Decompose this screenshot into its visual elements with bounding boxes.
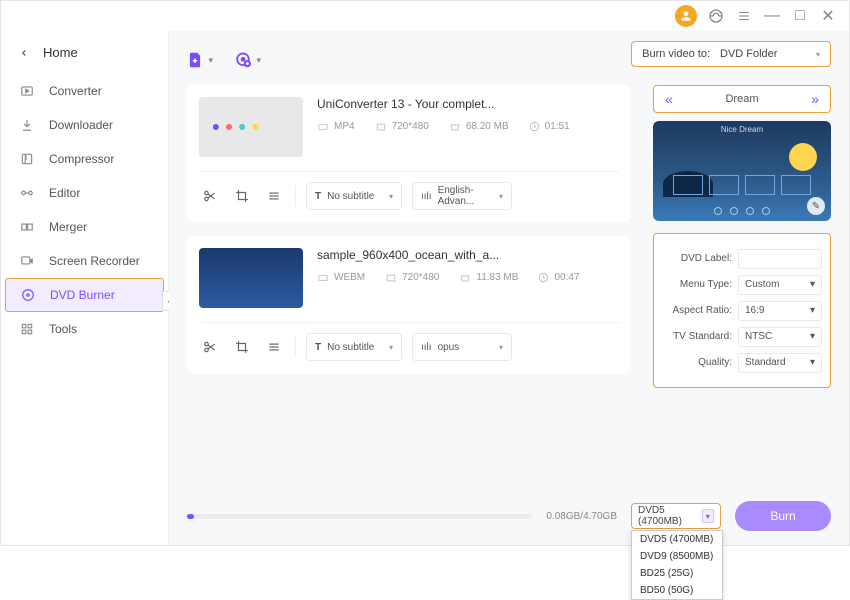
chevron-down-icon: ▾	[816, 50, 820, 59]
chevron-down-icon: ▾	[208, 55, 213, 66]
sidebar-item-tools[interactable]: Tools	[1, 312, 168, 346]
subtitle-select[interactable]: TNo subtitle▾	[306, 333, 402, 361]
compressor-icon	[19, 151, 35, 167]
add-file-button[interactable]: ▾	[187, 49, 213, 71]
next-theme-button[interactable]: »	[806, 90, 824, 108]
sidebar-item-screen-recorder[interactable]: Screen Recorder	[1, 244, 168, 278]
sidebar-item-label: Merger	[49, 220, 87, 234]
burn-to-selector[interactable]: Burn video to: DVD Folder▾	[631, 41, 831, 67]
dvd-label-input[interactable]	[738, 249, 822, 269]
subtitle-select[interactable]: TNo subtitle▾	[306, 182, 402, 210]
theme-navigator: « Dream »	[653, 85, 831, 113]
chevron-down-icon: ▾	[702, 509, 714, 523]
screen-recorder-icon	[19, 253, 35, 269]
video-thumbnail[interactable]	[199, 248, 303, 308]
file-name: UniConverter 13 - Your complet...	[317, 97, 619, 111]
merger-icon	[19, 219, 35, 235]
size-text: 0.08GB/4.70GB	[546, 511, 617, 522]
converter-icon	[19, 83, 35, 99]
support-icon[interactable]	[707, 7, 725, 25]
back-icon	[19, 48, 29, 58]
burn-to-value: DVD Folder▾	[720, 48, 820, 60]
preview-title: Nice Dream	[653, 125, 831, 134]
file-name: sample_960x400_ocean_with_a...	[317, 248, 619, 262]
sidebar-item-label: Screen Recorder	[49, 254, 140, 268]
dvd-settings: DVD Label: Menu Type: Custom▾ Aspect Rati…	[653, 233, 831, 388]
trim-button[interactable]	[199, 336, 221, 358]
downloader-icon	[19, 117, 35, 133]
minimize-button[interactable]: —	[763, 7, 781, 25]
disc-option[interactable]: DVD5 (4700MB)	[632, 531, 722, 548]
user-avatar-icon[interactable]	[675, 5, 697, 27]
quality-select[interactable]: Standard▾	[738, 353, 822, 373]
disc-option[interactable]: BD50 (50G)	[632, 582, 722, 599]
size-info: 11.83 MB	[459, 272, 518, 283]
aspect-ratio-select[interactable]: 16:9▾	[738, 301, 822, 321]
menu-preview[interactable]: Nice Dream ✎	[653, 121, 831, 221]
file-list: UniConverter 13 - Your complet... MP4 72…	[187, 85, 631, 485]
burn-button[interactable]: Burn	[735, 501, 831, 531]
setting-label: Menu Type:	[662, 279, 732, 290]
crop-button[interactable]	[231, 336, 253, 358]
sidebar-item-editor[interactable]: Editor	[1, 176, 168, 210]
disc-type-menu: DVD5 (4700MB) DVD9 (8500MB) BD25 (25G) B…	[631, 530, 723, 600]
disc-option[interactable]: DVD9 (8500MB)	[632, 548, 722, 565]
more-button[interactable]	[263, 336, 285, 358]
content-area: ▾ ▾ Burn video to: DVD Folder▾ UniConver…	[169, 31, 849, 545]
resolution-info: 720*480	[375, 121, 429, 132]
trim-button[interactable]	[199, 185, 221, 207]
sidebar-item-label: Tools	[49, 322, 77, 336]
format-info: WEBM	[317, 272, 365, 283]
size-progress-bar	[187, 514, 532, 519]
more-button[interactable]	[263, 185, 285, 207]
sidebar-item-label: Compressor	[49, 152, 114, 166]
dvd-burner-icon	[20, 287, 36, 303]
close-button[interactable]: ✕	[819, 7, 837, 25]
tools-icon	[19, 321, 35, 337]
setting-label: Aspect Ratio:	[662, 305, 732, 316]
sidebar-item-dvd-burner[interactable]: DVD Burner	[5, 278, 164, 312]
setting-label: DVD Label:	[662, 253, 732, 264]
maximize-button[interactable]: □	[791, 7, 809, 25]
chevron-down-icon: ▾	[256, 55, 261, 66]
sidebar-item-merger[interactable]: Merger	[1, 210, 168, 244]
file-item: UniConverter 13 - Your complet... MP4 72…	[187, 85, 631, 222]
disc-type-select[interactable]: DVD5 (4700MB)▾ DVD5 (4700MB) DVD9 (8500M…	[631, 503, 721, 529]
footer: 0.08GB/4.70GB DVD5 (4700MB)▾ DVD5 (4700M…	[187, 485, 831, 531]
sidebar-home[interactable]: Home	[1, 37, 168, 74]
tv-standard-select[interactable]: NTSC▾	[738, 327, 822, 347]
edit-menu-button[interactable]: ✎	[807, 197, 825, 215]
audio-select[interactable]: ıılıEnglish-Advan...▾	[412, 182, 512, 210]
menu-type-select[interactable]: Custom▾	[738, 275, 822, 295]
sidebar-item-label: Editor	[49, 186, 80, 200]
audio-select[interactable]: ıılıopus▾	[412, 333, 512, 361]
editor-icon	[19, 185, 35, 201]
crop-button[interactable]	[231, 185, 253, 207]
sidebar-item-converter[interactable]: Converter	[1, 74, 168, 108]
format-info: MP4	[317, 121, 355, 132]
size-info: 68.20 MB	[449, 121, 509, 132]
sidebar-item-label: Converter	[49, 84, 102, 98]
titlebar: — □ ✕	[1, 1, 849, 31]
sidebar: Home Converter Downloader Compressor Edi…	[1, 31, 169, 545]
sidebar-home-label: Home	[43, 45, 78, 60]
file-item: sample_960x400_ocean_with_a... WEBM 720*…	[187, 236, 631, 373]
video-thumbnail[interactable]	[199, 97, 303, 157]
duration-info: 00:47	[538, 272, 579, 283]
disc-option[interactable]: BD25 (25G)	[632, 565, 722, 582]
sidebar-item-label: DVD Burner	[50, 288, 115, 302]
resolution-info: 720*480	[385, 272, 439, 283]
theme-name: Dream	[725, 93, 758, 105]
setting-label: TV Standard:	[662, 331, 732, 342]
sidebar-item-compressor[interactable]: Compressor	[1, 142, 168, 176]
right-panel: « Dream » Nice Dream ✎ DVD Label: Menu T…	[653, 85, 831, 485]
menu-icon[interactable]	[735, 7, 753, 25]
add-disc-button[interactable]: ▾	[235, 49, 261, 71]
duration-info: 01:51	[529, 121, 570, 132]
sidebar-item-label: Downloader	[49, 118, 113, 132]
sidebar-item-downloader[interactable]: Downloader	[1, 108, 168, 142]
burn-to-label: Burn video to:	[642, 48, 710, 60]
prev-theme-button[interactable]: «	[660, 90, 678, 108]
setting-label: Quality:	[662, 357, 732, 368]
